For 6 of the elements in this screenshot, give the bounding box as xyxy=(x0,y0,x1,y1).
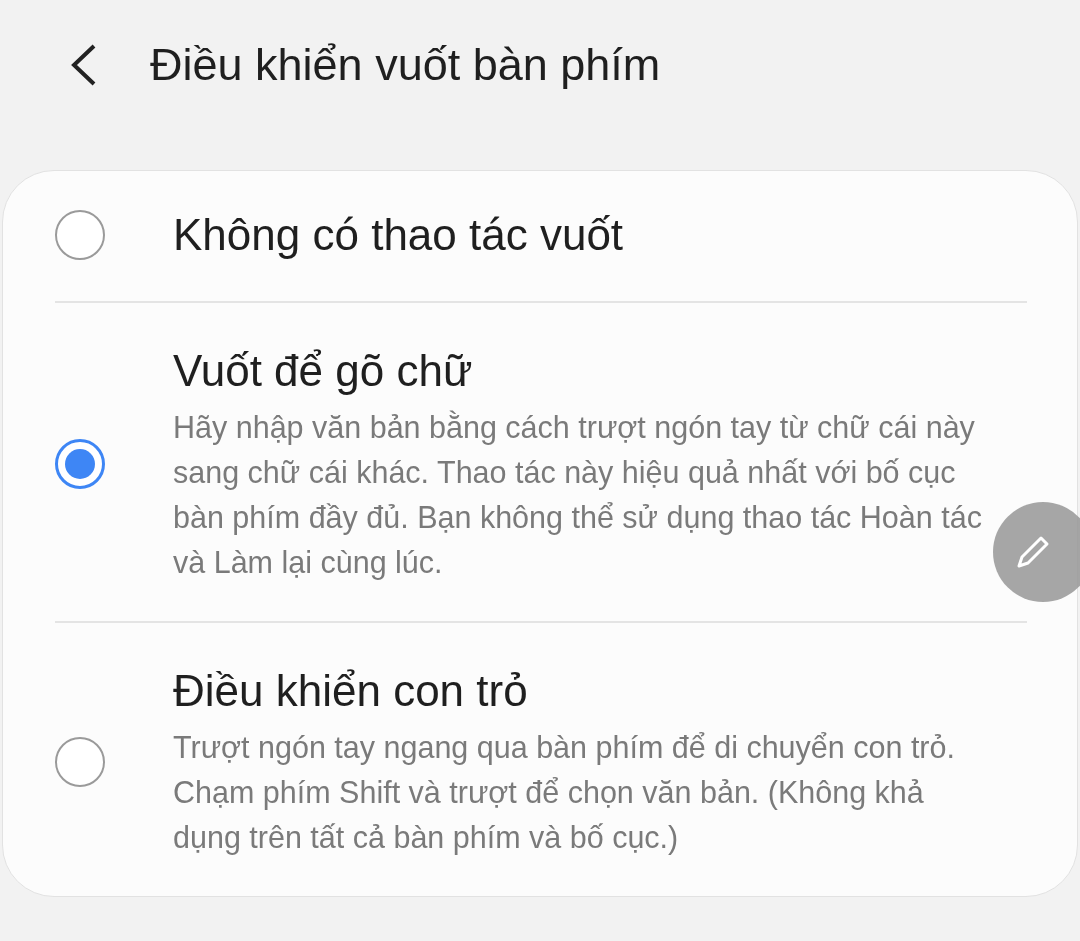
option-description: Trượt ngón tay ngang qua bàn phím để di chuyển con trỏ. Chạm phím Shift và trượt để chọn văn bản. (Không khả dụng trên tất cả bàn phím và bố cục.) xyxy=(173,729,956,857)
option-description: Hãy nhập văn bản bằng cách trượt ngón tay từ chữ cái này sang chữ cái khác. Thao tác này hiệu quả nhất với bố cục bàn phím đầy đủ. Bạn không thể sử dụng thao tác Hoàn tác và Làm lại cùng lúc. xyxy=(173,409,983,582)
page-title: Điều khiển vuốt bàn phím xyxy=(150,39,661,91)
option-title: Điều khiển con trỏ xyxy=(173,665,529,717)
option-title: Vuốt để gõ chữ xyxy=(173,345,474,397)
option-title: Không có thao tác vuốt xyxy=(173,209,624,261)
